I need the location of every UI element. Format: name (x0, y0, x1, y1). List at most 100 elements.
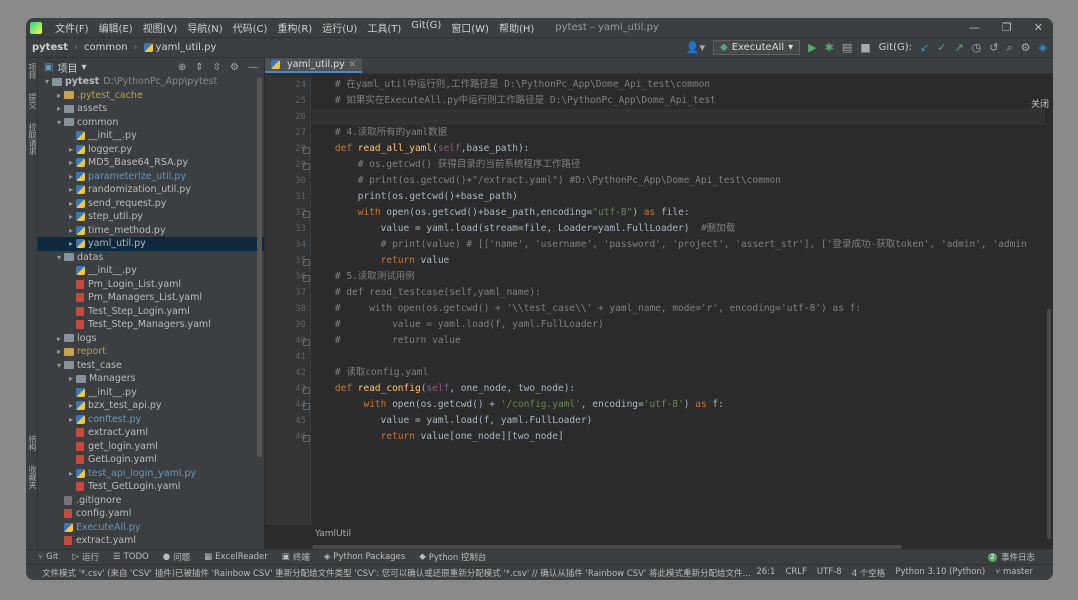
jetbrains-toolbox-icon[interactable]: ◈ (1039, 41, 1047, 54)
project-view-select[interactable]: 项目 (57, 60, 77, 75)
tool-window-button[interactable]: ◈ Python Packages (324, 552, 405, 562)
git-branch[interactable]: ⑂ master (995, 567, 1033, 579)
chevron-right-icon[interactable]: ▸ (66, 172, 76, 181)
restore-icon[interactable]: ❐ (1002, 21, 1012, 34)
chevron-right-icon[interactable]: ▸ (66, 239, 76, 248)
tree-item[interactable]: ▸ step_util.py (38, 210, 264, 224)
code-line[interactable]: # print(os.getcwd()+"/extract.yaml") #D:… (312, 173, 781, 189)
tree-item[interactable]: ▸ time_method.py (38, 224, 264, 238)
tree-item[interactable]: Test_Step_Managers.yaml (38, 318, 264, 332)
menu-item[interactable]: 视图(V) (138, 20, 183, 35)
tree-item[interactable]: ▸ logs (38, 332, 264, 346)
tree-scrollbar[interactable] (257, 77, 262, 457)
tree-item[interactable]: ▾ common (38, 116, 264, 130)
fold-marker-icon[interactable] (303, 275, 310, 282)
tree-item[interactable]: ▸ parameterize_util.py (38, 170, 264, 184)
tree-item[interactable]: ▸ report (38, 345, 264, 359)
event-log-button[interactable]: 2 事件日志 (987, 551, 1053, 563)
code-line[interactable]: # 5.读取测试用例 (312, 269, 415, 285)
expand-all-icon[interactable]: ⇕ (195, 62, 203, 73)
tree-item[interactable]: Pm_Login_List.yaml (38, 278, 264, 292)
code-line[interactable]: # def read_testcase(self,yaml_name): (312, 285, 541, 301)
chevron-right-icon[interactable]: ▸ (66, 401, 76, 410)
locate-icon[interactable]: ⊕ (178, 62, 186, 73)
chevron-right-icon[interactable]: ▸ (66, 158, 76, 167)
tree-item[interactable]: ▸ test_api_login_yaml.py (38, 467, 264, 481)
line-separator[interactable]: CRLF (785, 567, 806, 579)
git-update-icon[interactable]: ↙ (920, 41, 929, 54)
debug-icon[interactable]: ✱ (825, 41, 834, 54)
stripe-commit[interactable]: 提交 (27, 93, 38, 109)
code-line[interactable]: def read_config(self, one_node, two_node… (312, 381, 575, 397)
chevron-right-icon[interactable]: ▸ (66, 226, 76, 235)
code-line[interactable]: with open(os.getcwd()+base_path,encoding… (312, 205, 690, 221)
chevron-down-icon[interactable]: ▾ (54, 118, 64, 127)
tree-item[interactable]: Test_Step_Login.yaml (38, 305, 264, 319)
tool-window-button[interactable]: ▦ ExcelReader (204, 552, 268, 562)
code-line[interactable]: return value (312, 253, 450, 269)
stripe-structure[interactable]: 结构 (27, 435, 38, 451)
chevron-right-icon[interactable]: ▸ (54, 334, 64, 343)
tree-item[interactable]: .gitignore (38, 494, 264, 508)
code-editor[interactable]: # 在yaml_util中运行则,工作路径是 D:\PythonPc_App\D… (312, 75, 1045, 525)
tree-item[interactable]: Test_GetLogin.yaml (38, 480, 264, 494)
code-line[interactable]: # print(value) # [['name', 'username', '… (312, 237, 1027, 253)
vertical-scrollbar[interactable] (1047, 309, 1051, 539)
history-icon[interactable]: ◷ (972, 41, 982, 54)
chevron-right-icon[interactable]: ▸ (54, 91, 64, 100)
chevron-down-icon[interactable]: ▾ (54, 253, 64, 262)
fold-marker-icon[interactable] (303, 403, 310, 410)
fold-marker-icon[interactable] (303, 387, 310, 394)
tree-item[interactable]: ExecuteAll.py (38, 521, 264, 535)
code-line[interactable]: # value = yaml.load(f, yaml.FullLoader) (312, 317, 604, 333)
rollback-icon[interactable]: ↺ (989, 41, 998, 54)
code-line[interactable]: # os.getcwd() 获得目录的当前系统程序工作路径 (312, 157, 581, 173)
tree-item[interactable]: extract.yaml (38, 426, 264, 440)
code-line[interactable]: value = yaml.load(stream=file, Loader=ya… (312, 221, 736, 237)
fold-marker-icon[interactable] (303, 163, 310, 170)
code-line[interactable]: print(os.getcwd()+base_path) (312, 189, 518, 205)
tree-item[interactable]: Pm_Managers_List.yaml (38, 291, 264, 305)
breadcrumb-file[interactable]: yaml_util.py (156, 42, 217, 53)
tool-window-button[interactable]: ● 问题 (163, 551, 190, 563)
menu-item[interactable]: 工具(T) (362, 20, 406, 35)
chevron-right-icon[interactable]: ▸ (66, 212, 76, 221)
code-line[interactable]: return value[one_node][two_node] (312, 429, 564, 445)
tree-item[interactable]: ▸ logger.py (38, 143, 264, 157)
tree-item[interactable]: __init__.py (38, 386, 264, 400)
menu-item[interactable]: Git(G) (406, 20, 446, 35)
tree-item[interactable]: config.yaml (38, 507, 264, 521)
chevron-down-icon[interactable]: ▾ (54, 361, 64, 370)
code-line[interactable]: # with open(os.getcwd() + '\\test_case\\… (312, 301, 861, 317)
gear-icon[interactable]: ⚙ (1021, 41, 1031, 54)
tree-item[interactable]: extract.yaml (38, 534, 264, 548)
tree-item[interactable]: get_login.yaml (38, 440, 264, 454)
close-icon[interactable]: ✕ (349, 60, 357, 70)
tree-item[interactable]: ▸ randomization_util.py (38, 183, 264, 197)
git-push-icon[interactable]: ↗ (954, 41, 963, 54)
hide-icon[interactable]: — (248, 62, 258, 73)
run-config-select[interactable]: ◆ ExecuteAll ▾ (713, 40, 801, 55)
tree-item[interactable]: ▾ pytest D:\PythonPc_App\pytest (38, 75, 264, 89)
gear-icon[interactable]: ⚙ (230, 62, 239, 73)
tree-item[interactable]: ▸ Managers (38, 372, 264, 386)
chevron-right-icon[interactable]: ▸ (66, 469, 76, 478)
tree-item[interactable]: __init__.py (38, 264, 264, 278)
python-interpreter[interactable]: Python 3.10 (Python) (895, 567, 985, 579)
tree-item[interactable]: ▾ datas (38, 251, 264, 265)
menu-item[interactable]: 窗口(W) (446, 20, 494, 35)
code-line[interactable]: # 读取config.yaml (312, 365, 428, 381)
user-icon[interactable]: 👤▾ (686, 41, 705, 54)
tab-yaml-util[interactable]: yaml_util.py ✕ (265, 58, 363, 73)
code-line[interactable]: # 如果实在ExecuteAll.py中运行则工作路径是 D:\PythonPc… (312, 93, 716, 109)
line-number-gutter[interactable]: 24 25 26 27 28 29 30 31 32 33 34 35 36 37 38 39 40 41 42 43… (265, 75, 311, 525)
tree-item[interactable]: GetLogin.yaml (38, 453, 264, 467)
code-line[interactable]: with open(os.getcwd() + '/config.yaml', … (312, 397, 723, 413)
fold-marker-icon[interactable] (303, 259, 310, 266)
tool-window-button[interactable]: ◆ Python 控制台 (419, 551, 486, 563)
tree-item[interactable]: ▸ send_request.py (38, 197, 264, 211)
tool-window-button[interactable]: ☰ TODO (113, 552, 149, 562)
chevron-right-icon[interactable]: ▸ (54, 347, 64, 356)
menu-item[interactable]: 帮助(H) (494, 20, 539, 35)
tree-item[interactable]: ▸ bzx_test_api.py (38, 399, 264, 413)
